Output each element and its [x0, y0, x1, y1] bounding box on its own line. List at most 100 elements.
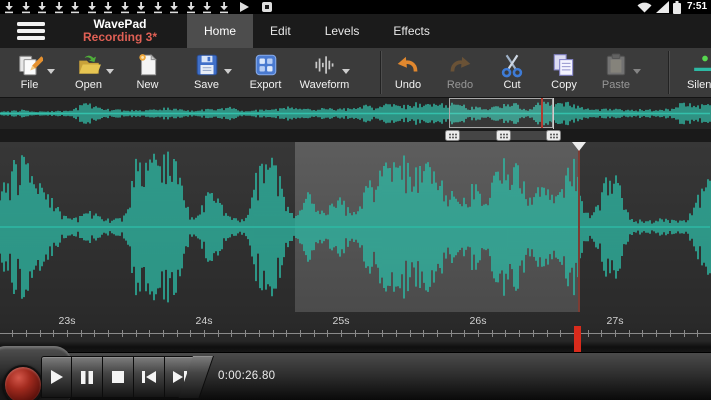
chevron-down-icon[interactable]: [342, 69, 350, 74]
pause-button[interactable]: [72, 356, 103, 398]
download-notification-icon: [219, 1, 229, 14]
overview-handle-2[interactable]: [496, 130, 511, 141]
ruler-tick: [533, 330, 534, 337]
toolbar-button-open[interactable]: Open: [59, 48, 118, 97]
skip-start-icon: [141, 370, 157, 384]
clock-text: 7:51: [687, 0, 707, 14]
timeline-ruler[interactable]: 23s24s25s26s27s: [0, 312, 711, 352]
toolbar-button-silence[interactable]: Silence: [670, 48, 711, 97]
tab-levels[interactable]: Levels: [308, 14, 377, 48]
chevron-down-icon[interactable]: [47, 69, 55, 74]
playhead-handle[interactable]: [572, 142, 586, 151]
playhead-line[interactable]: [578, 149, 580, 312]
ruler-tick: [259, 330, 260, 337]
toolbar-label: Undo: [395, 79, 421, 91]
ruler-tick: [547, 330, 548, 337]
ruler-tick: [149, 330, 150, 337]
ruler-tick: [163, 330, 164, 337]
toolbar-button-copy[interactable]: Copy: [538, 48, 590, 97]
ruler-tick: [451, 330, 452, 337]
timeline-label: 26s: [470, 315, 487, 327]
wifi-icon: [637, 1, 652, 13]
ruler-tick: [94, 330, 95, 337]
open-icon: [76, 50, 102, 79]
chevron-down-icon[interactable]: [633, 69, 641, 74]
redo-icon: [447, 50, 473, 79]
title-block: WavePad Recording 3*: [55, 14, 185, 48]
chevron-down-icon[interactable]: [106, 69, 114, 74]
grip-dots-icon: [550, 133, 552, 135]
overview-waveform-strip[interactable]: [0, 98, 711, 142]
save-icon: [194, 50, 220, 79]
main-waveform[interactable]: [0, 142, 711, 312]
overview-handle-3[interactable]: [546, 130, 561, 141]
ruler-tick: [245, 330, 246, 337]
toolbar-button-cut[interactable]: Cut: [486, 48, 538, 97]
waveform-icon: [312, 50, 338, 79]
ruler-tick: [286, 330, 287, 337]
toolbar-button-redo[interactable]: Redo: [434, 48, 486, 97]
timeline-label: 24s: [196, 315, 213, 327]
tab-effects[interactable]: Effects: [376, 14, 446, 48]
box-status-icon: [261, 1, 273, 13]
ruler-tick: [629, 330, 630, 337]
record-button[interactable]: [3, 365, 43, 400]
new-icon: [135, 50, 161, 79]
toolbar-button-file[interactable]: File: [0, 48, 59, 97]
ruler-tick: [341, 330, 342, 337]
app-title: WavePad: [55, 18, 185, 32]
toolbar-button-save[interactable]: Save: [177, 48, 236, 97]
timeline-label: 27s: [607, 315, 624, 327]
cut-icon: [499, 50, 525, 79]
toolbar-label: Waveform: [300, 79, 350, 91]
toolbar-button-waveform[interactable]: Waveform: [295, 48, 354, 97]
ruler-tick: [382, 330, 383, 337]
ruler-tick: [423, 330, 424, 337]
ruler-tick: [108, 330, 109, 337]
ruler-tick: [177, 330, 178, 337]
grip-dots-icon: [500, 133, 502, 135]
overview-waveform[interactable]: [0, 98, 711, 129]
toolbar-label: Redo: [447, 79, 473, 91]
paste-icon: [603, 50, 629, 79]
download-notification-icon: [70, 1, 80, 14]
toolbar-button-new[interactable]: New: [118, 48, 177, 97]
download-notification-icon: [169, 1, 179, 14]
overview-handle-1[interactable]: [445, 130, 460, 141]
download-notification-icon: [21, 1, 31, 14]
export-icon: [253, 50, 279, 79]
menu-icon[interactable]: [17, 21, 45, 41]
ruler-tick: [81, 330, 82, 337]
tab-home[interactable]: Home: [187, 14, 253, 48]
ruler-tick: [478, 330, 479, 337]
stop-button[interactable]: [103, 356, 134, 398]
timeline-playhead-marker[interactable]: [574, 326, 581, 352]
toolbar-button-paste[interactable]: Paste: [590, 48, 642, 97]
download-notification-icon: [87, 1, 97, 14]
overview-handle-row: [0, 129, 711, 142]
overview-view-window[interactable]: [449, 98, 553, 128]
ruler-tick: [53, 330, 54, 337]
signal-icon: [656, 1, 669, 13]
toolbar-button-export[interactable]: Export: [236, 48, 295, 97]
ruler-tick: [300, 330, 301, 337]
ruler-tick: [396, 330, 397, 337]
download-notification-icon: [153, 1, 163, 14]
ruler-tick: [410, 330, 411, 337]
toolbar-button-undo[interactable]: Undo: [382, 48, 434, 97]
tab-edit[interactable]: Edit: [253, 14, 308, 48]
chevron-down-icon[interactable]: [224, 69, 232, 74]
ruler-tick: [437, 330, 438, 337]
main-waveform-view[interactable]: [0, 142, 711, 312]
ruler-tick: [40, 330, 41, 337]
undo-icon: [395, 50, 421, 79]
ruler-tick: [642, 330, 643, 337]
grip-dots-icon: [449, 133, 451, 135]
toolbar: FileOpen New Save Export Waveform Undo Redo Cut…: [0, 48, 711, 98]
play-button[interactable]: [41, 356, 72, 398]
toolbar-label: Export: [250, 79, 282, 91]
skip-start-button[interactable]: [134, 356, 165, 398]
toolbar-label: New: [136, 79, 158, 91]
download-notification-icon: [4, 1, 14, 14]
download-notification-icon: [136, 1, 146, 14]
